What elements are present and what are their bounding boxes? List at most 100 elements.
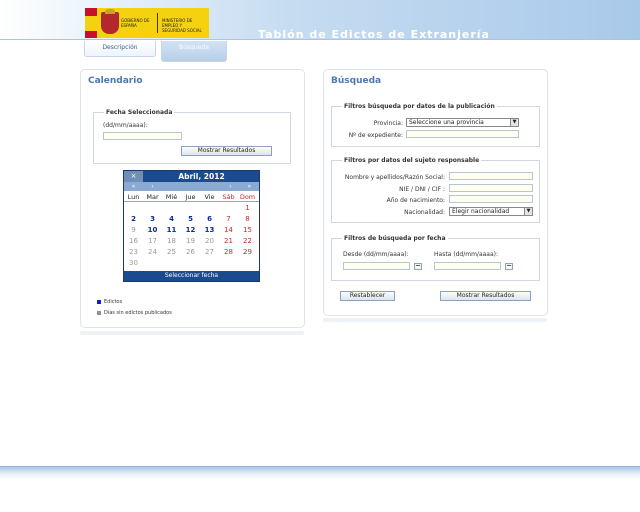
calendar-day[interactable]: 17	[143, 236, 162, 247]
search-panel-title: Búsqueda	[331, 76, 382, 86]
provincia-label: Provincia:	[373, 120, 403, 127]
coat-of-arms-icon	[101, 9, 119, 34]
calendar-day[interactable]: 23	[124, 247, 143, 258]
nacimiento-input[interactable]	[449, 195, 533, 203]
publication-filters-legend: Filtros búsqueda por datos de la publica…	[344, 103, 495, 110]
calendar-panel-footer	[80, 331, 304, 335]
weekday-header: Mar	[146, 193, 159, 201]
weekday-header: Mié	[165, 193, 178, 201]
calendar-day[interactable]: 8	[238, 214, 257, 225]
calendar-day[interactable]: 15	[238, 225, 257, 236]
calendar-day[interactable]: 13	[200, 225, 219, 236]
calendar-day[interactable]: 10	[143, 225, 162, 236]
hasta-input[interactable]	[434, 262, 501, 270]
provincia-select[interactable]: Seleccione una provincia ▼	[406, 118, 519, 127]
selected-date-input[interactable]	[103, 132, 182, 140]
tab-busqueda[interactable]: Búsqueda	[161, 41, 227, 62]
calendar-day[interactable]: 5	[181, 214, 200, 225]
calendar-day[interactable]: 24	[143, 247, 162, 258]
calendar-day[interactable]: 30	[124, 258, 143, 269]
nacimiento-label: Año de nacimiento:	[386, 197, 445, 204]
legend-swatch-edictos	[97, 299, 101, 304]
calendar-day[interactable]: 21	[219, 236, 238, 247]
calendar-day[interactable]: 6	[200, 214, 219, 225]
calendar-day[interactable]: 16	[124, 236, 143, 247]
prev-month-button[interactable]: ‹	[143, 182, 162, 191]
today-button[interactable]	[162, 182, 221, 191]
logo-divider	[157, 13, 158, 33]
legend-swatch-no-edictos	[97, 310, 101, 315]
weekday-header: Jue	[185, 193, 196, 201]
calendar-day[interactable]: 26	[181, 247, 200, 258]
calendar-weekdays: Lun Mar Mié Jue Vie Sáb Dom	[124, 192, 259, 202]
legend-label-no-edictos: Días sin edictos publicados	[104, 310, 172, 316]
calendar-icon[interactable]	[505, 263, 513, 270]
calendar-day[interactable]: 22	[238, 236, 257, 247]
tab-descripcion[interactable]: Descripción	[84, 41, 156, 57]
next-month-button[interactable]: ›	[221, 182, 240, 191]
page: Gobierno de España Ministerio de Empleo …	[0, 0, 640, 512]
nacionalidad-select-value: Elegir nacionalidad	[452, 208, 510, 215]
nie-label: NIE / DNI / CIF :	[399, 186, 445, 193]
legend-label-edictos: Edictos	[104, 299, 123, 305]
calendar-day[interactable]: 2	[124, 214, 143, 225]
weekday-header: Vie	[204, 193, 215, 201]
government-logo[interactable]: Gobierno de España Ministerio de Empleo …	[85, 8, 209, 38]
calendar-day[interactable]: 9	[124, 225, 143, 236]
weekday-header: Dom	[239, 193, 256, 201]
calendar-day[interactable]: 14	[219, 225, 238, 236]
expediente-label: Nº de expediente:	[348, 132, 403, 139]
nombre-label: Nombre y apellidos/Razón Social:	[344, 174, 445, 181]
nacionalidad-label: Nacionalidad:	[404, 209, 445, 216]
hasta-label: Hasta (dd/mm/aaaa):	[434, 251, 499, 258]
calendar-day[interactable]: 11	[162, 225, 181, 236]
header-banner: Gobierno de España Ministerio de Empleo …	[0, 0, 640, 41]
calendar-day[interactable]: 1	[238, 203, 257, 214]
calendar-day[interactable]: 3	[143, 214, 162, 225]
weekday-header: Lun	[127, 193, 140, 201]
desde-input[interactable]	[343, 262, 410, 270]
chevron-down-icon: ▼	[524, 208, 532, 215]
nacionalidad-select[interactable]: Elegir nacionalidad ▼	[449, 207, 533, 216]
show-results-button-left[interactable]: Mostrar Resultados	[181, 146, 272, 156]
calendar-day[interactable]: 18	[162, 236, 181, 247]
nie-input[interactable]	[449, 184, 533, 192]
show-results-button-right[interactable]: Mostrar Resultados	[440, 291, 531, 301]
calendar-close-icon[interactable]: ×	[124, 171, 143, 182]
calendar-day[interactable]: 20	[200, 236, 219, 247]
chevron-down-icon: ▼	[510, 119, 518, 126]
calendar-day[interactable]: 25	[162, 247, 181, 258]
subject-filters-legend: Filtros por datos del sujeto responsable	[344, 157, 480, 164]
weekday-header: Sáb	[222, 193, 235, 201]
nombre-input[interactable]	[449, 172, 533, 180]
desde-label: Desde (dd/mm/aaaa):	[343, 251, 409, 258]
logo-government-text: Gobierno de España	[121, 18, 150, 28]
logo-ministry-text: Ministerio de Empleo y Seguridad Social	[162, 18, 202, 33]
selected-date-legend: Fecha Seleccionada	[106, 109, 173, 116]
spain-flag-icon	[85, 8, 97, 38]
date-filters-legend: Filtros de búsqueda por fecha	[344, 235, 446, 242]
select-date-button[interactable]: Seleccionar fecha	[124, 271, 259, 281]
prev-year-button[interactable]: «	[124, 182, 143, 191]
next-year-button[interactable]: »	[240, 182, 259, 191]
calendar-day[interactable]: 29	[238, 247, 257, 258]
calendar-month-title: Abril, 2012	[178, 172, 225, 181]
calendar-day[interactable]: 27	[200, 247, 219, 258]
reset-button[interactable]: Restablecer	[340, 291, 395, 301]
calendar-widget: × Abril, 2012 « ‹ › » Lun Mar Mié Jue Vie Sáb…	[123, 170, 260, 282]
calendar-day[interactable]: 19	[181, 236, 200, 247]
calendar-day[interactable]: 7	[219, 214, 238, 225]
calendar-day[interactable]: 12	[181, 225, 200, 236]
search-panel-footer	[323, 318, 547, 322]
calendar-panel-title: Calendario	[88, 76, 143, 86]
calendar-day[interactable]: 28	[219, 247, 238, 258]
footer-bar	[0, 466, 640, 480]
selected-date-label: (dd/mm/aaaa):	[103, 122, 148, 129]
calendar-nav-bar: « ‹ › »	[124, 182, 259, 191]
legend-no-edictos: Días sin edictos publicados	[97, 310, 172, 316]
calendar-day[interactable]: 4	[162, 214, 181, 225]
expediente-input[interactable]	[406, 130, 519, 138]
date-filters-fieldset: Filtros de búsqueda por fecha	[331, 235, 540, 281]
calendar-icon[interactable]	[414, 263, 422, 270]
calendar-header: × Abril, 2012	[124, 171, 259, 182]
